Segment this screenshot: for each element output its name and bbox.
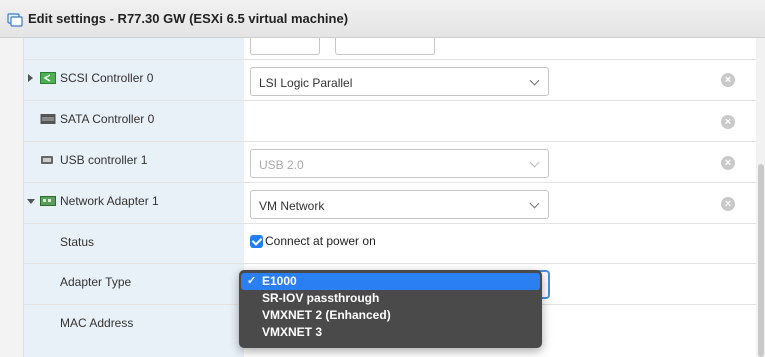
remove-device-icon[interactable]: × bbox=[721, 156, 735, 170]
dropdown-option-vmxnet2[interactable]: VMXNET 2 (Enhanced) bbox=[241, 307, 540, 324]
row-label: USB controller 1 bbox=[60, 153, 148, 167]
checkmark-icon: ✓ bbox=[247, 275, 257, 287]
sata-controller-icon bbox=[40, 114, 56, 124]
row-label: Adapter Type bbox=[60, 275, 132, 289]
select-value: VM Network bbox=[259, 199, 325, 213]
remove-device-icon[interactable]: × bbox=[721, 115, 735, 129]
dropdown-option-vmxnet3[interactable]: VMXNET 3 bbox=[241, 324, 540, 341]
dialog-titlebar: Edit settings - R77.30 GW (ESXi 6.5 virt… bbox=[0, 0, 765, 38]
option-label: VMXNET 2 (Enhanced) bbox=[262, 308, 391, 322]
select-value: LSI Logic Parallel bbox=[259, 76, 353, 90]
row-network-adapter: Network Adapter 1 VM Network × bbox=[24, 182, 756, 223]
partial-field-right[interactable] bbox=[335, 38, 435, 55]
remove-device-icon[interactable]: × bbox=[721, 197, 735, 211]
network-select[interactable]: VM Network bbox=[250, 190, 549, 219]
select-value: USB 2.0 bbox=[259, 158, 304, 172]
row-sata-controller: SATA Controller 0 × bbox=[24, 100, 756, 141]
tree-gutter bbox=[0, 38, 24, 357]
usb-type-select[interactable]: USB 2.0 bbox=[250, 149, 549, 178]
row-usb-controller: USB controller 1 USB 2.0 × bbox=[24, 141, 756, 182]
checkbox-label[interactable]: Connect at power on bbox=[265, 234, 376, 248]
scsi-type-select[interactable]: LSI Logic Parallel bbox=[250, 67, 549, 96]
network-adapter-icon bbox=[40, 196, 56, 206]
chevron-down-icon bbox=[529, 198, 540, 209]
adapter-type-dropdown-menu: ✓ E1000 SR-IOV passthrough VMXNET 2 (Enh… bbox=[239, 270, 542, 348]
scrollbar-thumb[interactable] bbox=[758, 164, 764, 357]
partial-field-left[interactable] bbox=[250, 38, 320, 55]
dropdown-option-sr-iov[interactable]: SR-IOV passthrough bbox=[241, 290, 540, 307]
chevron-down-icon bbox=[529, 157, 540, 168]
row-label: SATA Controller 0 bbox=[60, 112, 155, 126]
vm-icon bbox=[7, 13, 23, 27]
row-scsi-controller: SCSI Controller 0 LSI Logic Parallel × bbox=[24, 59, 756, 100]
remove-device-icon[interactable]: × bbox=[721, 73, 735, 87]
chevron-down-icon bbox=[529, 75, 540, 86]
usb-icon bbox=[41, 156, 53, 164]
option-label: SR-IOV passthrough bbox=[262, 291, 380, 305]
row-status: Status Connect at power on bbox=[24, 223, 756, 263]
row-label: MAC Address bbox=[60, 316, 134, 330]
scsi-controller-icon bbox=[40, 72, 56, 84]
collapse-arrow-icon[interactable] bbox=[27, 199, 35, 204]
expand-arrow-icon[interactable] bbox=[28, 74, 33, 82]
option-label: VMXNET 3 bbox=[262, 325, 323, 339]
dropdown-option-e1000[interactable]: ✓ E1000 bbox=[241, 273, 540, 290]
row-label: SCSI Controller 0 bbox=[60, 71, 154, 85]
row-label: Status bbox=[60, 235, 95, 249]
option-label: E1000 bbox=[262, 274, 297, 288]
connect-at-power-on-checkbox[interactable] bbox=[250, 235, 263, 248]
dialog-title: Edit settings - R77.30 GW (ESXi 6.5 virt… bbox=[28, 11, 349, 26]
row-label: Network Adapter 1 bbox=[60, 194, 159, 208]
